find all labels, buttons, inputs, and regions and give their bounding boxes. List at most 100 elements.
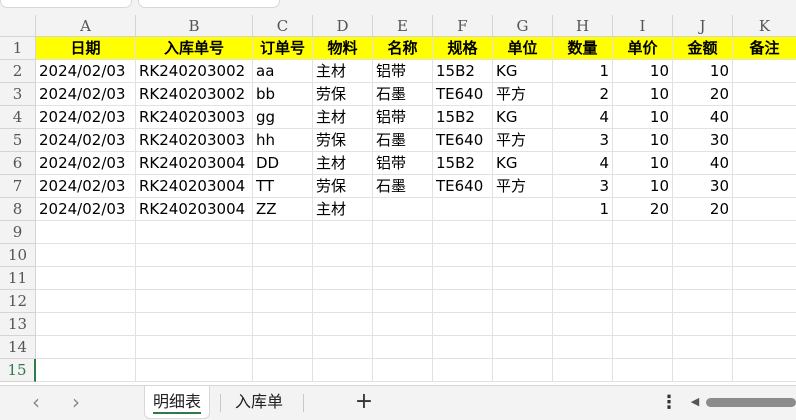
empty-cell[interactable]: [136, 313, 253, 336]
cell-material[interactable]: 劳保: [313, 83, 373, 106]
empty-cell[interactable]: [613, 244, 673, 267]
empty-cell[interactable]: [253, 290, 313, 313]
empty-cell[interactable]: [36, 336, 136, 359]
prev-sheet-icon[interactable]: ‹: [26, 392, 46, 412]
empty-cell[interactable]: [253, 244, 313, 267]
empty-cell[interactable]: [553, 336, 613, 359]
row-header-12[interactable]: 12: [0, 290, 36, 313]
cell-amount[interactable]: 20: [673, 198, 733, 221]
empty-cell[interactable]: [253, 336, 313, 359]
column-header-11[interactable]: K: [733, 15, 796, 37]
cell-receipt-no[interactable]: RK240203003: [136, 129, 253, 152]
column-header-8[interactable]: H: [553, 15, 613, 37]
header-cell-amount[interactable]: 金额: [673, 37, 733, 60]
empty-cell[interactable]: [493, 267, 553, 290]
cell-name[interactable]: [373, 198, 433, 221]
cell-receipt-no[interactable]: RK240203004: [136, 152, 253, 175]
empty-cell[interactable]: [733, 313, 796, 336]
row-header-8[interactable]: 8: [0, 198, 36, 221]
empty-cell[interactable]: [493, 290, 553, 313]
header-cell-unit-price[interactable]: 单价: [613, 37, 673, 60]
cell-remark[interactable]: [733, 60, 796, 83]
empty-cell[interactable]: [433, 359, 493, 382]
column-header-6[interactable]: F: [433, 15, 493, 37]
sheet-tab-ruku[interactable]: 入库单: [227, 386, 291, 418]
empty-cell[interactable]: [433, 221, 493, 244]
cell-unit[interactable]: 平方: [493, 175, 553, 198]
cell-order-no[interactable]: bb: [253, 83, 313, 106]
row-header-4[interactable]: 4: [0, 106, 36, 129]
empty-cell[interactable]: [673, 267, 733, 290]
empty-cell[interactable]: [673, 313, 733, 336]
column-header-3[interactable]: C: [253, 15, 313, 37]
cell-material[interactable]: 主材: [313, 60, 373, 83]
header-cell-material[interactable]: 物料: [313, 37, 373, 60]
empty-cell[interactable]: [673, 359, 733, 382]
cell-date[interactable]: 2024/02/03: [36, 152, 136, 175]
empty-cell[interactable]: [433, 267, 493, 290]
row-header-13[interactable]: 13: [0, 313, 36, 336]
empty-cell[interactable]: [36, 359, 136, 382]
cell-date[interactable]: 2024/02/03: [36, 106, 136, 129]
horizontal-scrollbar[interactable]: ◀: [688, 394, 796, 410]
cell-qty[interactable]: 1: [553, 60, 613, 83]
cell-material[interactable]: 主材: [313, 152, 373, 175]
empty-cell[interactable]: [553, 290, 613, 313]
empty-cell[interactable]: [553, 359, 613, 382]
row-header-9[interactable]: 9: [0, 221, 36, 244]
cell-order-no[interactable]: aa: [253, 60, 313, 83]
cell-unit-price[interactable]: 10: [613, 175, 673, 198]
select-all-corner[interactable]: [0, 15, 36, 37]
empty-cell[interactable]: [673, 336, 733, 359]
cell-amount[interactable]: 30: [673, 129, 733, 152]
cell-order-no[interactable]: DD: [253, 152, 313, 175]
empty-cell[interactable]: [613, 290, 673, 313]
cell-spec[interactable]: TE640: [433, 175, 493, 198]
empty-cell[interactable]: [373, 359, 433, 382]
empty-cell[interactable]: [313, 267, 373, 290]
header-cell-receipt-no[interactable]: 入库单号: [136, 37, 253, 60]
empty-cell[interactable]: [373, 290, 433, 313]
cell-spec[interactable]: TE640: [433, 83, 493, 106]
cell-spec[interactable]: 15B2: [433, 152, 493, 175]
empty-cell[interactable]: [253, 267, 313, 290]
file-tab-current[interactable]: [138, 0, 280, 8]
sheet-tab-mingxi[interactable]: 明细表: [144, 386, 211, 419]
column-header-5[interactable]: E: [373, 15, 433, 37]
cell-receipt-no[interactable]: RK240203004: [136, 175, 253, 198]
row-header-15[interactable]: 15: [0, 359, 36, 382]
cell-spec[interactable]: 15B2: [433, 106, 493, 129]
row-header-2[interactable]: 2: [0, 60, 36, 83]
cell-unit-price[interactable]: 10: [613, 60, 673, 83]
empty-cell[interactable]: [36, 313, 136, 336]
empty-cell[interactable]: [36, 267, 136, 290]
cell-name[interactable]: 石墨: [373, 129, 433, 152]
cell-unit-price[interactable]: 10: [613, 83, 673, 106]
empty-cell[interactable]: [493, 336, 553, 359]
cell-qty[interactable]: 4: [553, 106, 613, 129]
cell-amount[interactable]: 30: [673, 175, 733, 198]
cell-name[interactable]: 铝带: [373, 106, 433, 129]
empty-cell[interactable]: [36, 244, 136, 267]
empty-cell[interactable]: [36, 290, 136, 313]
cell-unit[interactable]: KG: [493, 152, 553, 175]
cell-unit[interactable]: 平方: [493, 129, 553, 152]
add-sheet-icon[interactable]: +: [354, 388, 374, 416]
cell-date[interactable]: 2024/02/03: [36, 198, 136, 221]
empty-cell[interactable]: [313, 244, 373, 267]
empty-cell[interactable]: [733, 244, 796, 267]
cell-unit[interactable]: 平方: [493, 83, 553, 106]
cell-qty[interactable]: 1: [553, 198, 613, 221]
row-header-1[interactable]: 1: [0, 37, 36, 60]
cell-unit-price[interactable]: 10: [613, 129, 673, 152]
header-cell-remark[interactable]: 备注: [733, 37, 796, 60]
cell-material[interactable]: 劳保: [313, 175, 373, 198]
scroll-left-icon[interactable]: ◀: [688, 394, 702, 410]
empty-cell[interactable]: [253, 221, 313, 244]
header-cell-name[interactable]: 名称: [373, 37, 433, 60]
cell-unit[interactable]: KG: [493, 106, 553, 129]
cell-name[interactable]: 铝带: [373, 60, 433, 83]
row-header-11[interactable]: 11: [0, 267, 36, 290]
empty-cell[interactable]: [613, 267, 673, 290]
cell-unit-price[interactable]: 10: [613, 106, 673, 129]
